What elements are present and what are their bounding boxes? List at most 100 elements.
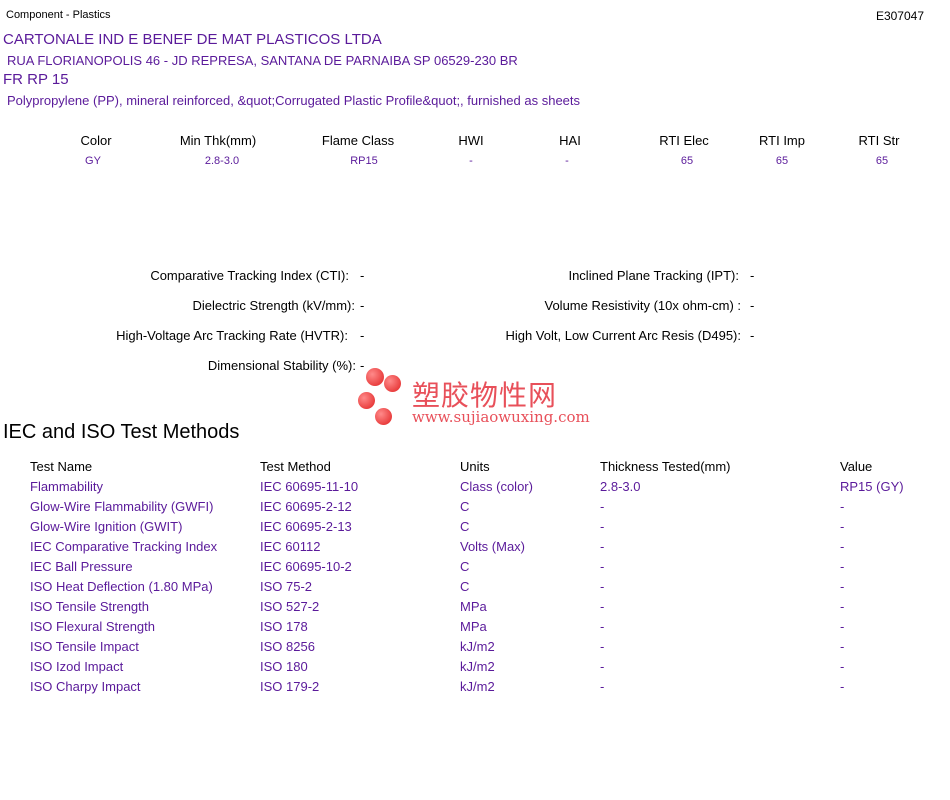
ipt-value: - [750,268,755,283]
prop-value-hai: - [565,155,569,167]
cell-value: - [840,578,845,594]
hvtr-label: High-Voltage Arc Tracking Rate (HVTR): [116,328,348,343]
cell-units: C [460,498,470,514]
cell-test-name: ISO Tensile Strength [30,598,149,614]
table-row: IEC Ball Pressure IEC 60695-10-2 C - - [30,556,930,576]
cell-test-method: IEC 60695-11-10 [260,478,359,494]
cell-units: Volts (Max) [460,538,526,554]
cell-test-method: IEC 60695-2-13 [260,518,352,534]
cell-units: MPa [460,598,487,614]
cell-test-name: ISO Flexural Strength [30,618,155,634]
prop-value-flame-class: RP15 [350,155,378,167]
ipt-label: Inclined Plane Tracking (IPT): [568,268,739,283]
dielectric-strength-value: - [360,298,365,313]
watermark: 塑胶物性网 www.sujiaowuxing.com [356,368,596,428]
file-number: E307047 [875,9,924,23]
col-thickness: Thickness Tested(mm) [600,458,731,474]
table-row: IEC Comparative Tracking Index IEC 60112 V… [30,536,930,556]
cell-units: kJ/m2 [460,638,495,654]
cell-test-method: ISO 8256 [260,638,315,654]
table-row: ISO Tensile Strength ISO 527-2 MPa - - [30,596,930,616]
company-address: RUA FLORIANOPOLIS 46 - JD REPRESA, SANTA… [7,53,518,68]
test-methods-table: Test Name Test Method Units Thickness Te… [30,456,930,696]
table-row: ISO Tensile Impact ISO 8256 kJ/m2 - - [30,636,930,656]
cell-thickness: - [600,558,605,574]
cell-value: - [840,498,845,514]
section-title: IEC and ISO Test Methods [3,421,240,443]
cell-test-method: ISO 180 [260,658,308,674]
table-row: ISO Flexural Strength ISO 178 MPa - - [30,616,930,636]
company-name: CARTONALE IND E BENEF DE MAT PLASTICOS L… [3,31,382,48]
cell-value: - [840,618,845,634]
table-row: Glow-Wire Flammability (GWFI) IEC 60695-2… [30,496,930,516]
table-row: ISO Izod Impact ISO 180 kJ/m2 - - [30,656,930,676]
cell-units: C [460,518,470,534]
cell-thickness: - [600,658,605,674]
cell-thickness: - [600,578,605,594]
table-row: ISO Charpy Impact ISO 179-2 kJ/m2 - - [30,676,930,696]
cell-thickness: - [600,498,605,514]
material-description: Polypropylene (PP), mineral reinforced, … [7,93,581,108]
d495-value: - [750,328,755,343]
cti-value: - [360,268,365,283]
cell-test-name: ISO Tensile Impact [30,638,139,654]
col-test-method: Test Method [260,458,331,474]
prop-header-min-thk: Min Thk(mm) [179,133,257,148]
prop-value-rti-str: 65 [875,155,889,167]
prop-header-flame-class: Flame Class [321,133,395,148]
cell-value: - [840,518,845,534]
cell-test-method: IEC 60695-2-12 [260,498,352,514]
cell-test-method: IEC 60112 [260,538,321,554]
prop-value-color: GY [85,155,101,167]
table-row: Flammability IEC 60695-11-10 Class (color)… [30,476,930,496]
cell-test-name: Glow-Wire Ignition (GWIT) [30,518,183,534]
prop-header-hai: HAI [559,133,581,148]
table-row: Glow-Wire Ignition (GWIT) IEC 60695-2-13 C… [30,516,930,536]
cell-test-name: IEC Comparative Tracking Index [30,538,218,554]
cell-test-method: ISO 178 [260,618,308,634]
col-units: Units [460,458,490,474]
cell-value: - [840,558,845,574]
material-grade: FR RP 15 [3,71,69,88]
col-value: Value [840,458,873,474]
prop-value-rti-imp: 65 [775,155,789,167]
cell-value: RP15 (GY) [840,478,904,494]
prop-header-rti-elec: RTI Elec [659,133,709,148]
document-category: Component - Plastics [6,9,111,21]
cell-thickness: - [600,618,605,634]
prop-value-hwi: - [469,155,473,167]
cell-units: Class (color) [460,478,533,494]
cell-test-name: Flammability [30,478,103,494]
cell-value: - [840,678,845,694]
volume-resistivity-value: - [750,298,755,313]
prop-header-rti-imp: RTI Imp [759,133,805,148]
cell-units: kJ/m2 [460,678,495,694]
cti-label: Comparative Tracking Index (CTI): [150,268,349,283]
cell-units: C [460,558,470,574]
prop-header-color: Color [80,133,112,148]
prop-value-min-thk: 2.8-3.0 [204,155,240,167]
cell-value: - [840,538,845,554]
cell-thickness: - [600,598,605,614]
dielectric-strength-label: Dielectric Strength (kV/mm): [192,298,355,313]
prop-value-rti-elec: 65 [680,155,694,167]
d495-label: High Volt, Low Current Arc Resis (D495): [505,328,741,343]
col-test-name: Test Name [30,458,93,474]
cell-units: C [460,578,470,594]
cell-thickness: - [600,638,605,654]
cell-test-method: IEC 60695-10-2 [260,558,352,574]
cell-test-name: IEC Ball Pressure [30,558,133,574]
watermark-url: www.sujiaowuxing.com [412,408,590,426]
cell-thickness: - [600,678,605,694]
cell-units: kJ/m2 [460,658,495,674]
volume-resistivity-label: Volume Resistivity (10x ohm-cm) : [544,298,742,313]
hvtr-value: - [360,328,365,343]
table-header-row: Test Name Test Method Units Thickness Te… [30,456,930,476]
cell-units: MPa [460,618,487,634]
cell-test-method: ISO 179-2 [260,678,320,694]
prop-header-hwi: HWI [458,133,484,148]
cell-thickness: 2.8-3.0 [600,478,641,494]
cell-test-name: ISO Heat Deflection (1.80 MPa) [30,578,213,594]
cell-value: - [840,598,845,614]
cell-thickness: - [600,538,605,554]
